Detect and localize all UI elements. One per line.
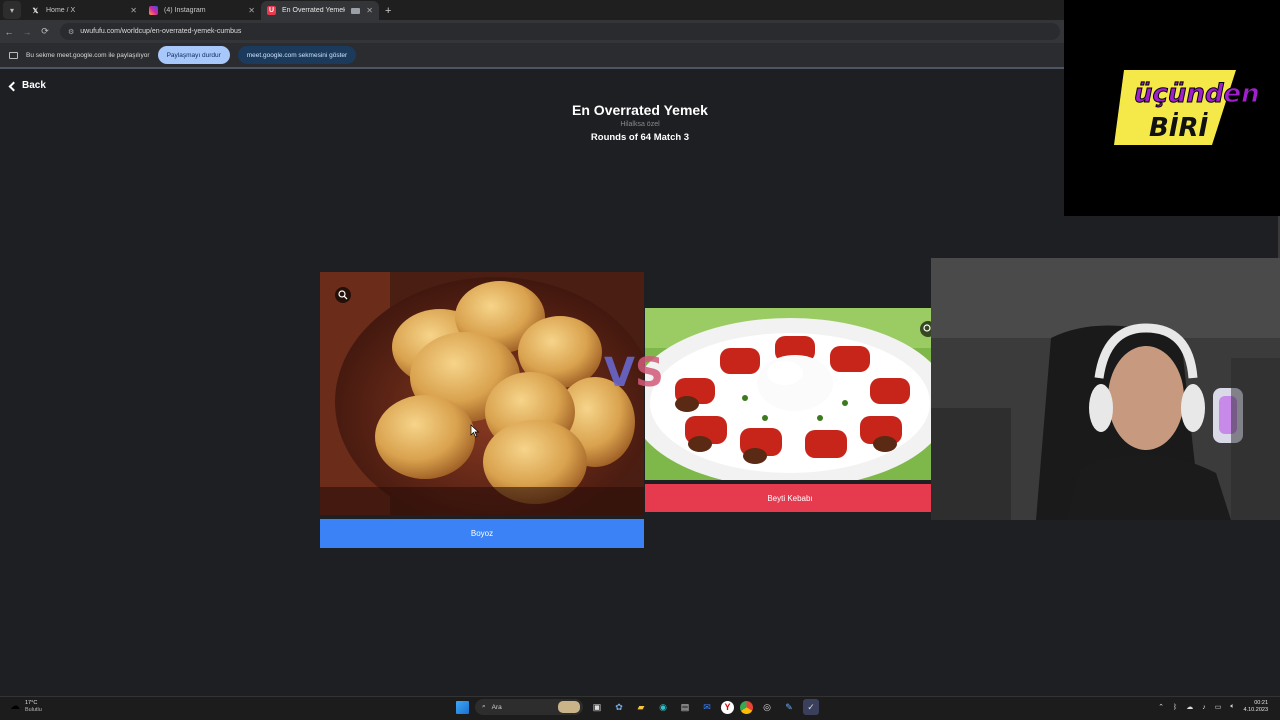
vs-s: S (634, 350, 664, 396)
windows-taskbar: ☁ 17°C Bulutlu ⌕ Ara ▣ ✿ ▰ ◉ ▤ ✉ Y ◎ ✎ ✓ (0, 696, 1280, 720)
zoom-icon[interactable] (335, 287, 351, 303)
new-tab-button[interactable]: + (385, 5, 391, 17)
screen-share-icon (351, 7, 361, 14)
overlay-gap (1064, 216, 1280, 258)
file-explorer-icon[interactable]: ▰ (633, 699, 649, 715)
tab-uwufufu[interactable]: U En Overrated Yemek | Uwu ✕ (261, 1, 379, 20)
svg-text:üçünden: üçünden (1134, 79, 1260, 109)
clock-date: 4.10.2023 (1243, 707, 1268, 713)
tab-search-button[interactable]: ▾ (3, 1, 21, 19)
close-icon[interactable]: ✕ (248, 6, 255, 15)
ucunden-biri-logo: üçünden BİRİ (1114, 70, 1260, 145)
chevron-left-icon (8, 81, 19, 91)
left-choice-image[interactable] (320, 272, 644, 515)
copilot-icon[interactable]: ✿ (611, 699, 627, 715)
taskbar-search[interactable]: ⌕ Ara (475, 699, 583, 715)
address-bar-row: ← → ⟳ ⚙ uwufufu.com/worldcup/en-overrate… (0, 20, 1064, 43)
vs-v: V (604, 350, 635, 396)
tab-title: En Overrated Yemek | Uwu (282, 7, 346, 14)
system-tray: ⌃ ᛒ ☁ ♪ ▭ 🔈︎ 00:21 4.10.2023 (1158, 700, 1268, 714)
clock-time: 00:21 (1254, 700, 1268, 706)
search-icon: ⌕ (482, 703, 486, 710)
windows-start-icon[interactable] (456, 700, 469, 714)
x-logo-icon: 𝕏 (32, 7, 39, 15)
tab-x[interactable]: 𝕏 Home / X ✕ (25, 1, 143, 20)
taskbar-apps: ⌕ Ara ▣ ✿ ▰ ◉ ▤ ✉ Y ◎ ✎ ✓ (456, 699, 819, 715)
tab-instagram[interactable]: (4) Instagram ✕ (143, 1, 261, 20)
back-button[interactable]: Back (8, 80, 46, 91)
share-screen-icon (9, 51, 18, 59)
right-choice-image[interactable] (645, 308, 935, 480)
chrome-icon[interactable] (740, 700, 753, 714)
back-arrow-icon[interactable]: ← (0, 27, 18, 37)
close-icon[interactable]: ✕ (366, 6, 373, 15)
cloud-icon: ☁ (10, 701, 20, 712)
tab-title: (4) Instagram (164, 7, 206, 14)
chevron-up-icon[interactable]: ⌃ (1158, 703, 1164, 711)
vs-label: VS (604, 350, 664, 396)
edge-icon[interactable]: ◉ (655, 699, 671, 715)
close-icon[interactable]: ✕ (130, 6, 137, 15)
weather-widget[interactable]: ☁ 17°C Bulutlu (10, 700, 42, 713)
pen-app-icon[interactable]: ✎ (781, 699, 797, 715)
forward-arrow-icon[interactable]: → (18, 27, 36, 37)
bluetooth-icon[interactable]: ᛒ (1173, 704, 1177, 711)
webcam-overlay (931, 258, 1280, 520)
steam-icon[interactable]: ✓ (803, 699, 819, 715)
microphone-icon[interactable]: ♪ (1202, 704, 1206, 711)
weather-desc: Bulutlu (25, 706, 42, 713)
search-highlight-icon (558, 701, 580, 713)
store-icon[interactable]: ▤ (677, 699, 693, 715)
show-meet-tab-button[interactable]: meet.google.com sekmesini göster (237, 46, 357, 64)
site-info-icon[interactable]: ⚙ (68, 28, 74, 36)
search-placeholder: Ara (491, 703, 502, 711)
mouse-cursor-icon (470, 424, 480, 438)
share-message: Bu sekme meet.google.com ile paylaşılıyo… (26, 51, 150, 59)
back-label: Back (22, 80, 46, 91)
outlook-icon[interactable]: ✉ (699, 699, 715, 715)
screen: ▾ 𝕏 Home / X ✕ (4) Instagram ✕ U En Over… (0, 0, 1280, 720)
yandex-icon[interactable]: Y (721, 700, 734, 714)
stop-sharing-button[interactable]: Paylaşmayı durdur (157, 46, 230, 64)
right-choice-button[interactable]: Beyti Kebabı (645, 484, 935, 512)
stream-logo-overlay: üçünden BİRİ (1064, 0, 1280, 216)
url-text: uwufufu.com/worldcup/en-overrated-yemek-… (80, 28, 242, 35)
volume-icon[interactable]: 🔈︎ (1230, 703, 1234, 711)
boyoz-photo (320, 272, 644, 515)
url-input[interactable]: ⚙ uwufufu.com/worldcup/en-overrated-yeme… (60, 23, 1060, 40)
beyti-photo (645, 308, 935, 480)
svg-text:BİRİ: BİRİ (1149, 111, 1209, 143)
left-choice-button[interactable]: Boyoz (320, 519, 644, 548)
display-icon[interactable]: ▭ (1215, 703, 1222, 711)
onedrive-icon[interactable]: ☁ (1186, 703, 1193, 711)
obs-icon[interactable]: ◎ (759, 699, 775, 715)
clock[interactable]: 00:21 4.10.2023 (1244, 700, 1268, 714)
task-view-icon[interactable]: ▣ (589, 699, 605, 715)
webcam-feed (931, 258, 1280, 520)
screen-share-bar: Bu sekme meet.google.com ile paylaşılıyo… (0, 43, 1064, 69)
tab-title: Home / X (46, 7, 76, 14)
browser-tab-bar: ▾ 𝕏 Home / X ✕ (4) Instagram ✕ U En Over… (0, 0, 1064, 20)
instagram-icon (149, 6, 158, 15)
uwufufu-icon: U (267, 6, 276, 15)
reload-icon[interactable]: ⟳ (36, 26, 54, 37)
